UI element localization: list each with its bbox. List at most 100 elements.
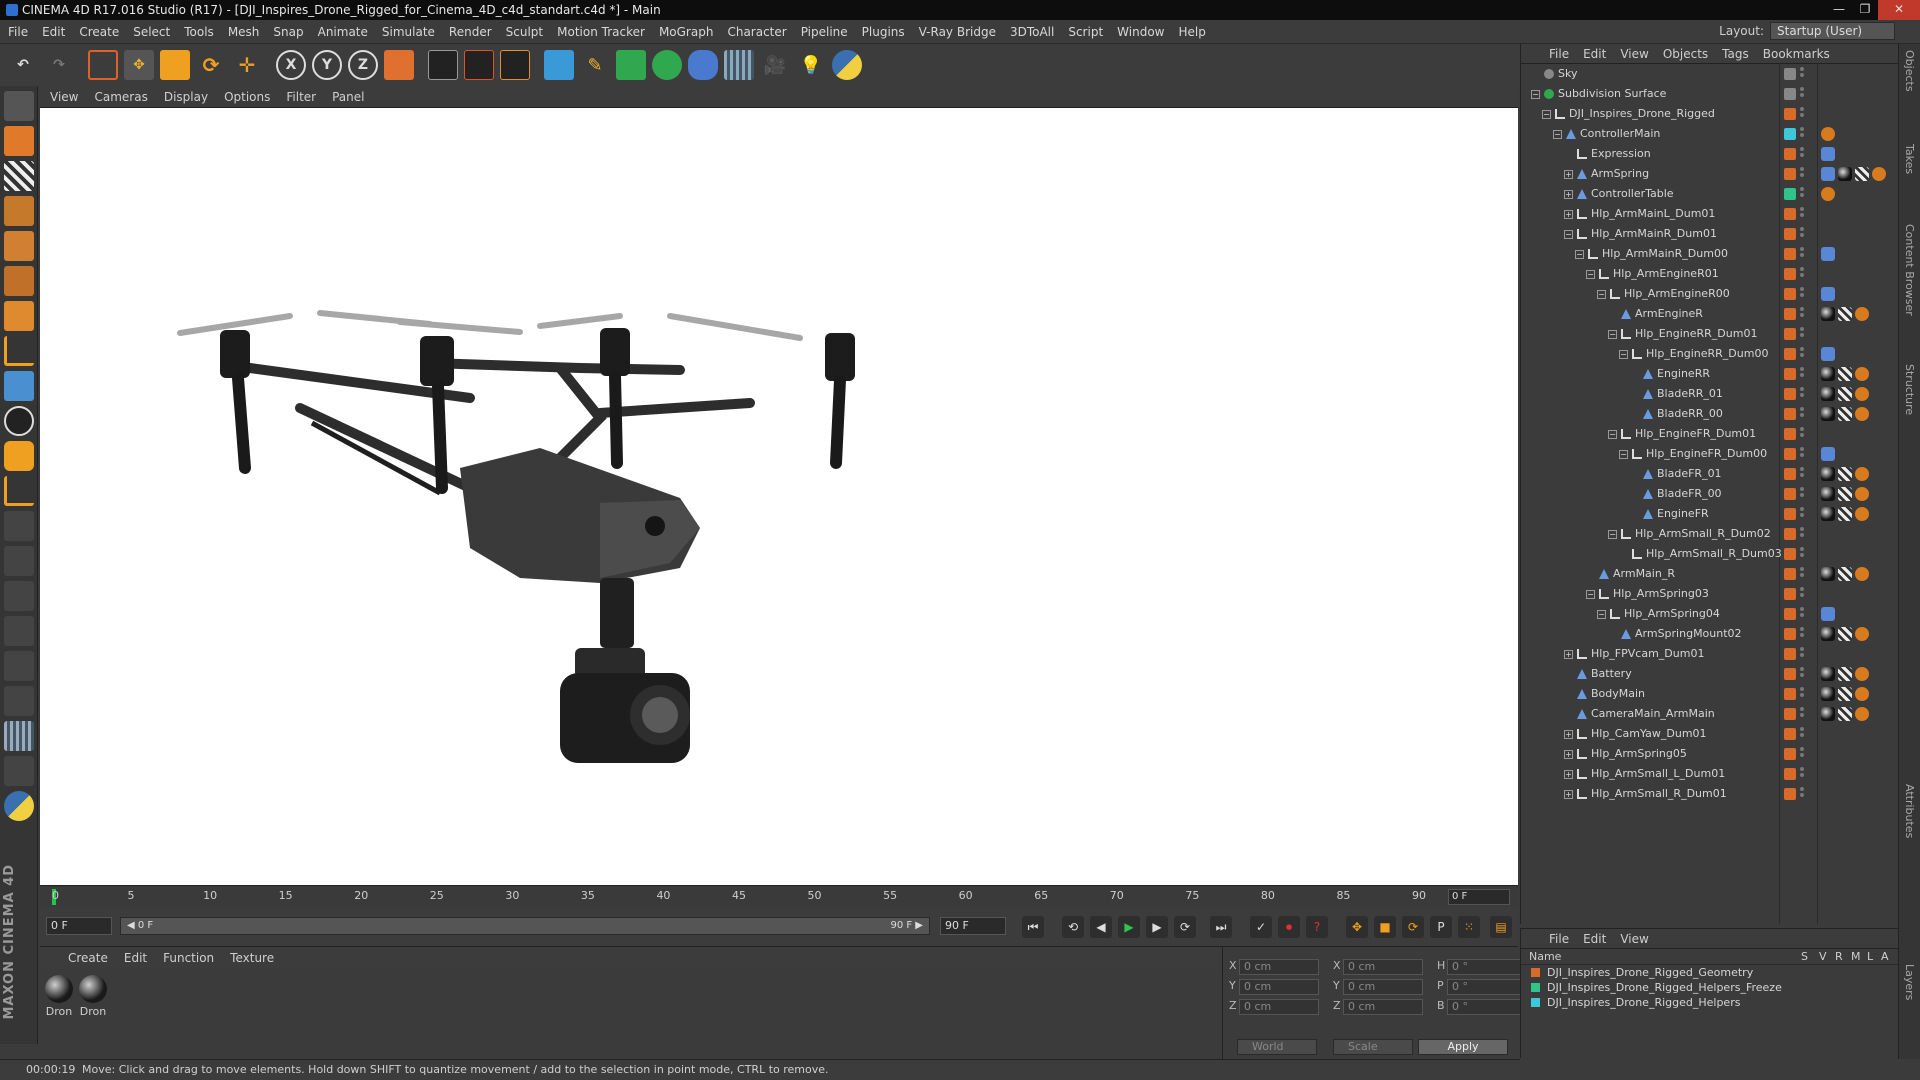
tab-takes[interactable]: Takes	[1903, 144, 1916, 174]
object-menu-tags[interactable]: Tags	[1722, 47, 1749, 61]
apply-button[interactable]: Apply	[1418, 1039, 1508, 1055]
material-tag-icon[interactable]	[1821, 667, 1835, 681]
object-row[interactable]: Expression	[1521, 144, 1899, 164]
object-row[interactable]: BodyMain	[1521, 684, 1899, 704]
visibility-dots-icon[interactable]	[1800, 207, 1806, 221]
xpresso-tag-icon[interactable]	[1855, 407, 1869, 421]
scale-icon[interactable]	[160, 50, 190, 80]
knife-icon[interactable]	[4, 686, 34, 716]
viewport-menu-options[interactable]: Options	[224, 90, 270, 104]
tab-objects[interactable]: Objects	[1903, 50, 1916, 92]
visibility-dots-icon[interactable]	[1800, 187, 1806, 201]
object-menu-bookmarks[interactable]: Bookmarks	[1763, 47, 1830, 61]
previous-key-icon[interactable]: ⟲	[1062, 916, 1084, 938]
viewport-menu-cameras[interactable]: Cameras	[94, 90, 147, 104]
xpresso-tag-icon[interactable]	[1855, 387, 1869, 401]
light-icon[interactable]: 💡	[796, 50, 826, 80]
material-tag-icon[interactable]	[1821, 367, 1835, 381]
visibility-dots-icon[interactable]	[1800, 607, 1806, 621]
minimize-button[interactable]: —	[1826, 0, 1852, 20]
object-row[interactable]: − Hlp_EngineFR_Dum01	[1521, 424, 1899, 444]
object-row[interactable]: + Hlp_ArmSpring05	[1521, 744, 1899, 764]
menu-animate[interactable]: Animate	[318, 25, 368, 39]
object-menu-objects[interactable]: Objects	[1663, 47, 1708, 61]
xpresso-tag-icon[interactable]	[1855, 567, 1869, 581]
expand-toggle-icon[interactable]: −	[1608, 430, 1617, 439]
xpresso-tag-icon[interactable]	[1855, 687, 1869, 701]
constraint-tag-icon[interactable]	[1821, 447, 1835, 461]
material-tag-icon[interactable]	[1821, 687, 1835, 701]
texture-tag-icon[interactable]	[1838, 707, 1852, 721]
expand-toggle-icon[interactable]: +	[1564, 790, 1573, 799]
visibility-dots-icon[interactable]	[1800, 767, 1806, 781]
coordinate-mode-dropdown[interactable]: Scale	[1333, 1039, 1413, 1055]
magnet-icon[interactable]	[4, 651, 34, 681]
menu-create[interactable]: Create	[79, 25, 119, 39]
visibility-dots-icon[interactable]	[1800, 667, 1806, 681]
object-row[interactable]: BladeFR_01	[1521, 464, 1899, 484]
model-mode-icon[interactable]	[4, 126, 34, 156]
object-row[interactable]: − Hlp_EngineRR_Dum00	[1521, 344, 1899, 364]
menu-sculpt[interactable]: Sculpt	[506, 25, 543, 39]
camera-icon[interactable]: 🎥	[760, 50, 790, 80]
expand-toggle-icon[interactable]: +	[1564, 190, 1573, 199]
visibility-dots-icon[interactable]	[1800, 567, 1806, 581]
make-editable-icon[interactable]	[4, 91, 34, 121]
layer-row[interactable]: DJI_Inspires_Drone_Rigged_Geometry	[1521, 965, 1898, 980]
end-frame-field[interactable]: 90 F	[940, 917, 1006, 935]
menu-motion-tracker[interactable]: Motion Tracker	[557, 25, 645, 39]
live-selection-icon[interactable]	[88, 50, 118, 80]
xpresso-tag-icon[interactable]	[1855, 507, 1869, 521]
layer-menu-file[interactable]: File	[1549, 932, 1569, 946]
material-menu-create[interactable]: Create	[68, 951, 108, 965]
menu-help[interactable]: Help	[1178, 25, 1205, 39]
constraint-tag-icon[interactable]	[1821, 247, 1835, 261]
expand-toggle-icon[interactable]: −	[1608, 330, 1617, 339]
menu-select[interactable]: Select	[133, 25, 170, 39]
visibility-dots-icon[interactable]	[1800, 787, 1806, 801]
menu-script[interactable]: Script	[1068, 25, 1103, 39]
timeline-ruler[interactable]: 0 F 0 5 10 15 20 25 30 35 40 45 50 55 60 65 70 75 80 85 90	[40, 885, 1518, 907]
visibility-dots-icon[interactable]	[1800, 327, 1806, 341]
object-row[interactable]: − Hlp_ArmMainR_Dum01	[1521, 224, 1899, 244]
material-menu-function[interactable]: Function	[163, 951, 214, 965]
lock-icon[interactable]	[4, 756, 34, 786]
visibility-dots-icon[interactable]	[1800, 247, 1806, 261]
object-row[interactable]: + Hlp_CamYaw_Dum01	[1521, 724, 1899, 744]
render-picture-viewer-icon[interactable]	[464, 50, 494, 80]
constraint-tag-icon[interactable]	[1821, 147, 1835, 161]
layer-row[interactable]: DJI_Inspires_Drone_Rigged_Helpers_Freeze	[1521, 980, 1898, 995]
object-menu-view[interactable]: View	[1620, 47, 1648, 61]
tab-structure[interactable]: Structure	[1903, 364, 1916, 415]
coordinate-field[interactable]: 0 cm	[1343, 959, 1423, 975]
menu-window[interactable]: Window	[1117, 25, 1164, 39]
object-row[interactable]: − Hlp_ArmMainR_Dum00	[1521, 244, 1899, 264]
material-swatch[interactable]: Dron	[44, 975, 74, 1018]
coordinate-field[interactable]: 0 cm	[1239, 999, 1319, 1015]
expand-toggle-icon[interactable]: −	[1553, 130, 1562, 139]
expand-toggle-icon[interactable]: +	[1564, 750, 1573, 759]
texture-mode-icon[interactable]	[4, 161, 34, 191]
lock-x-axis-icon[interactable]: X	[276, 50, 306, 80]
recent-tool-icon[interactable]: ✛	[232, 50, 262, 80]
paint-icon[interactable]	[4, 546, 34, 576]
menu-pipeline[interactable]: Pipeline	[801, 25, 848, 39]
expand-toggle-icon[interactable]: −	[1586, 590, 1595, 599]
tab-attributes[interactable]: Attributes	[1903, 784, 1916, 838]
viewport-menu-panel[interactable]: Panel	[332, 90, 364, 104]
visibility-dots-icon[interactable]	[1800, 407, 1806, 421]
expand-toggle-icon[interactable]: +	[1564, 170, 1573, 179]
expand-toggle-icon[interactable]: −	[1564, 230, 1573, 239]
xpresso-tag-icon[interactable]	[1855, 467, 1869, 481]
menu-v-ray-bridge[interactable]: V-Ray Bridge	[919, 25, 996, 39]
menu-character[interactable]: Character	[727, 25, 786, 39]
coordinate-field[interactable]: 0 °	[1447, 959, 1527, 975]
workplane-icon[interactable]	[4, 196, 34, 226]
object-row[interactable]: − Hlp_ArmSmall_R_Dum02	[1521, 524, 1899, 544]
object-row[interactable]: + Hlp_ArmMainL_Dum01	[1521, 204, 1899, 224]
object-row[interactable]: − DJI_Inspires_Drone_Rigged	[1521, 104, 1899, 124]
render-view-icon[interactable]	[428, 50, 458, 80]
lock-z-axis-icon[interactable]: Z	[348, 50, 378, 80]
object-menu-edit[interactable]: Edit	[1583, 47, 1606, 61]
expand-toggle-icon[interactable]: −	[1597, 610, 1606, 619]
